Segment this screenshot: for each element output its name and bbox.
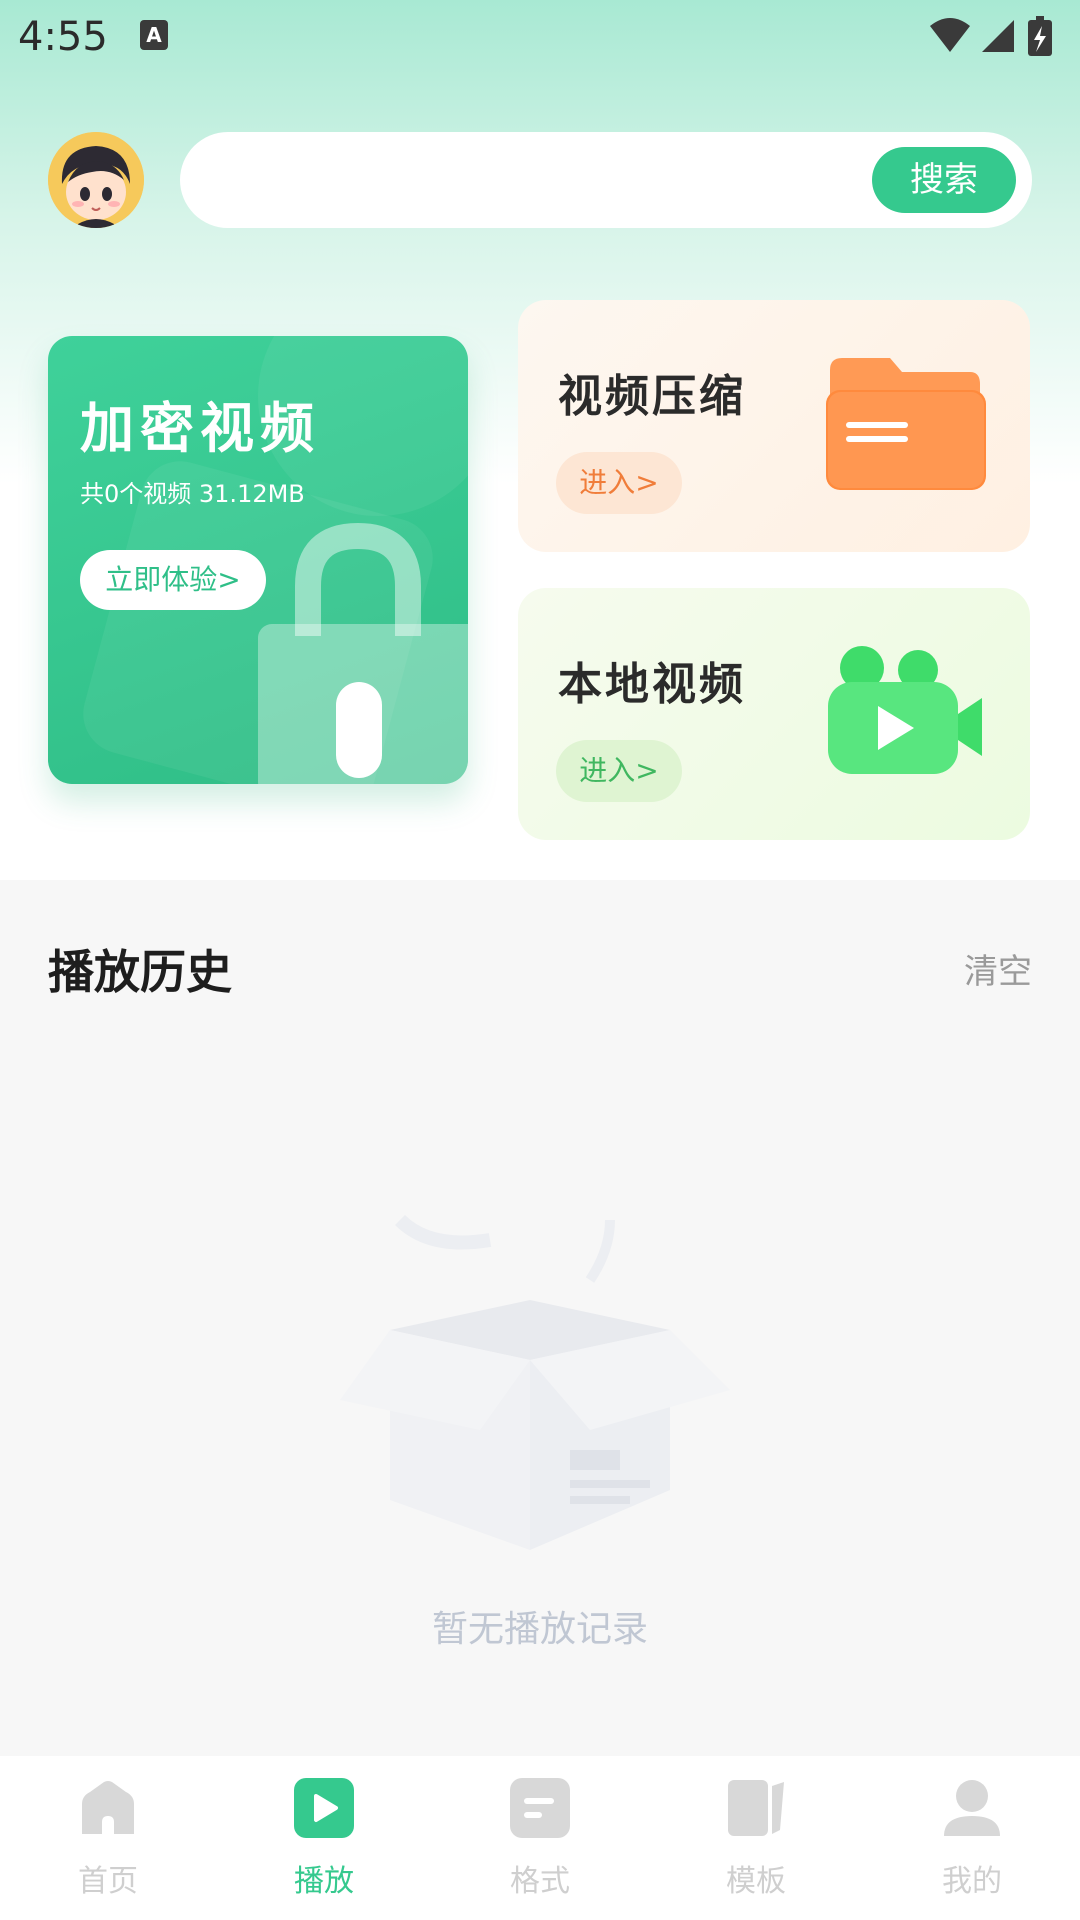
avatar-icon <box>48 132 144 228</box>
play-icon <box>294 1778 354 1838</box>
tab-play[interactable]: 播放 <box>216 1756 432 1920</box>
tab-format-label: 格式 <box>510 1864 570 1899</box>
video-camera-icon <box>828 646 982 774</box>
status-bar: 4:55 A <box>0 0 1080 72</box>
empty-box-icon <box>340 1214 730 1550</box>
try-now-button[interactable]: 立即体验> <box>80 550 266 610</box>
search-input[interactable]: 搜索 <box>180 132 1032 228</box>
empty-history-text: 暂无播放记录 <box>431 1609 648 1650</box>
template-icon <box>728 1780 784 1836</box>
compress-enter-button[interactable]: 进入> <box>556 452 682 514</box>
wifi-icon <box>930 18 970 52</box>
tab-format[interactable]: 格式 <box>432 1756 648 1920</box>
video-compress-title: 视频压缩 <box>558 371 746 422</box>
encrypt-video-title: 加密视频 <box>80 397 320 460</box>
signal-icon <box>982 20 1014 52</box>
clear-history-button[interactable]: 清空 <box>964 944 1032 993</box>
home-icon <box>82 1781 134 1834</box>
tab-play-label: 播放 <box>294 1864 354 1899</box>
tab-template-label: 模板 <box>726 1864 786 1899</box>
lock-icon <box>258 522 468 784</box>
video-compress-card[interactable]: 视频压缩 进入> <box>518 300 1030 552</box>
search-button[interactable]: 搜索 <box>872 147 1016 213</box>
tab-template[interactable]: 模板 <box>648 1756 864 1920</box>
format-icon <box>510 1778 570 1838</box>
status-icons <box>930 16 1052 56</box>
local-enter-button[interactable]: 进入> <box>556 740 682 802</box>
local-video-title: 本地视频 <box>558 659 746 710</box>
bottom-tab-bar: 首页 播放 格式 模板 我的 <box>0 1756 1080 1920</box>
tab-home[interactable]: 首页 <box>0 1756 216 1920</box>
play-history-title: 播放历史 <box>48 945 232 999</box>
profile-icon <box>944 1780 1000 1836</box>
battery-icon <box>1028 16 1052 56</box>
encrypt-video-card[interactable]: 加密视频 共0个视频 31.12MB 立即体验> <box>48 336 468 784</box>
status-time: 4:55 <box>18 14 108 60</box>
tab-profile[interactable]: 我的 <box>864 1756 1080 1920</box>
a-icon: A <box>140 20 168 50</box>
local-video-card[interactable]: 本地视频 进入> <box>518 588 1030 840</box>
tab-profile-label: 我的 <box>942 1864 1002 1899</box>
folder-icon <box>826 358 986 490</box>
avatar[interactable] <box>48 132 144 228</box>
tab-home-label: 首页 <box>78 1864 138 1899</box>
